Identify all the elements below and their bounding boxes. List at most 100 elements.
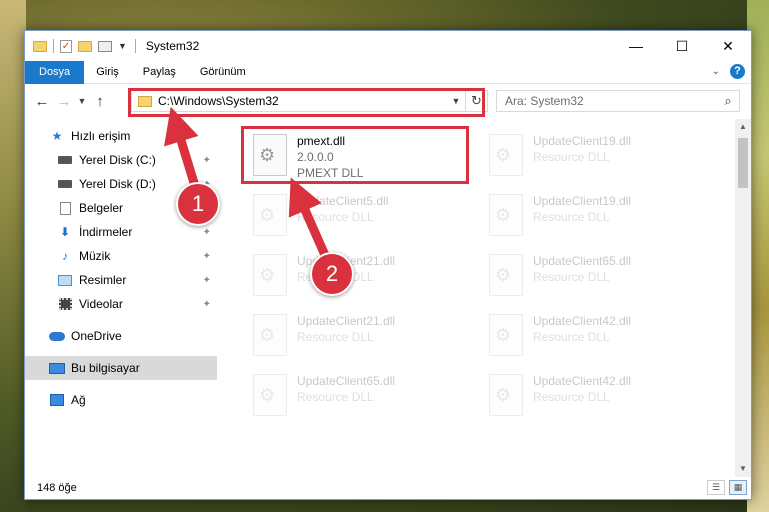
film-icon bbox=[57, 297, 73, 311]
nav-label: Yerel Disk (C:) bbox=[79, 153, 156, 167]
minimize-button[interactable]: — bbox=[613, 31, 659, 61]
search-input[interactable]: Ara: System32 bbox=[505, 94, 717, 108]
up-arrow-icon[interactable]: ↑ bbox=[89, 93, 111, 110]
recent-locations-chevron-icon[interactable]: ▼ bbox=[75, 96, 89, 106]
pin-icon[interactable]: ✦ bbox=[203, 299, 211, 310]
window-title: System32 bbox=[145, 39, 200, 53]
file-tile[interactable]: ⚙ UpdateClient5.dll Resource DLL bbox=[243, 189, 463, 241]
file-tile[interactable]: ⚙ UpdateClient19.dll Resource DLL bbox=[479, 189, 699, 241]
nav-label: İndirmeler bbox=[79, 225, 133, 239]
tab-home[interactable]: Giriş bbox=[84, 61, 131, 84]
step-2-badge: 2 bbox=[310, 252, 354, 296]
computer-icon bbox=[49, 361, 65, 375]
nav-onedrive[interactable]: OneDrive bbox=[25, 324, 217, 348]
new-folder-icon[interactable] bbox=[78, 40, 92, 52]
file-name: UpdateClient19.dll bbox=[533, 194, 632, 208]
drive-icon bbox=[57, 153, 73, 167]
download-arrow-icon: ⬇ bbox=[59, 225, 71, 239]
nav-music[interactable]: ♪ Müzik ✦ bbox=[25, 244, 217, 268]
scroll-down-icon[interactable]: ▼ bbox=[735, 461, 751, 477]
search-box[interactable]: Ara: System32 ⌕ bbox=[496, 90, 740, 112]
file-description: Resource DLL bbox=[533, 390, 610, 404]
file-tile[interactable]: ⚙ UpdateClient65.dll Resource DLL bbox=[243, 369, 463, 421]
view-properties-icon[interactable] bbox=[98, 40, 112, 52]
window-controls: — ☐ ✕ bbox=[613, 31, 751, 61]
scroll-up-icon[interactable]: ▲ bbox=[735, 119, 751, 135]
nav-pictures[interactable]: Resimler ✦ bbox=[25, 268, 217, 292]
status-bar: 148 öğe ☰ ▦ bbox=[25, 477, 751, 499]
file-description: Resource DLL bbox=[533, 150, 610, 164]
pin-icon[interactable]: ✦ bbox=[203, 251, 211, 262]
nav-this-pc[interactable]: Bu bilgisayar bbox=[25, 356, 217, 380]
dll-file-icon: ⚙ bbox=[489, 134, 523, 176]
gear-icon: ⚙ bbox=[495, 385, 512, 405]
maximize-button[interactable]: ☐ bbox=[659, 31, 705, 61]
dll-file-icon: ⚙ bbox=[253, 194, 287, 236]
gear-icon: ⚙ bbox=[259, 265, 276, 285]
details-view-icon[interactable]: ☰ bbox=[707, 480, 725, 495]
search-icon[interactable]: ⌕ bbox=[717, 93, 739, 109]
gear-icon: ⚙ bbox=[259, 325, 276, 345]
tab-share[interactable]: Paylaş bbox=[131, 61, 188, 84]
nav-label: Ağ bbox=[71, 393, 86, 407]
properties-check-icon[interactable]: ✓ bbox=[60, 39, 72, 53]
toolbar-separator bbox=[53, 39, 54, 53]
chevron-down-icon[interactable]: ▼ bbox=[118, 41, 127, 51]
dll-file-icon: ⚙ bbox=[489, 374, 523, 416]
file-description: Resource DLL bbox=[533, 210, 610, 224]
expand-ribbon-icon[interactable]: ⌄ bbox=[712, 66, 720, 77]
view-switcher: ☰ ▦ bbox=[707, 480, 747, 495]
gear-icon: ⚙ bbox=[495, 325, 512, 345]
gear-icon: ⚙ bbox=[495, 205, 512, 225]
file-name: UpdateClient65.dll bbox=[297, 374, 396, 388]
drive-icon bbox=[57, 177, 73, 191]
nav-network[interactable]: Ağ bbox=[25, 388, 217, 412]
nav-label: Resimler bbox=[79, 273, 127, 287]
nav-label: Hızlı erişim bbox=[71, 129, 131, 143]
file-name: UpdateClient21.dll bbox=[297, 314, 396, 328]
title-separator bbox=[134, 39, 136, 53]
pin-icon[interactable]: ✦ bbox=[203, 155, 211, 166]
file-tile[interactable]: ⚙ UpdateClient21.dll Resource DLL bbox=[243, 309, 463, 361]
file-tile[interactable]: ⚙ UpdateClient42.dll Resource DLL bbox=[479, 309, 699, 361]
ribbon-right: ⌄ ? bbox=[712, 64, 745, 79]
file-name: UpdateClient65.dll bbox=[533, 254, 632, 268]
close-button[interactable]: ✕ bbox=[705, 31, 751, 61]
quick-access-toolbar: ✓ ▼ bbox=[25, 39, 127, 53]
gear-icon: ⚙ bbox=[495, 145, 512, 165]
nav-label: Yerel Disk (D:) bbox=[79, 177, 156, 191]
scroll-thumb[interactable] bbox=[738, 138, 748, 188]
file-tile[interactable]: ⚙ UpdateClient65.dll Resource DLL bbox=[479, 249, 699, 301]
item-count: 148 öğe bbox=[37, 482, 77, 494]
pin-icon[interactable]: ✦ bbox=[203, 275, 211, 286]
nav-videos[interactable]: Videolar ✦ bbox=[25, 292, 217, 316]
dll-file-icon: ⚙ bbox=[489, 194, 523, 236]
step-1-badge: 1 bbox=[176, 182, 220, 226]
desktop-background-left bbox=[0, 0, 26, 512]
file-description: Resource DLL bbox=[297, 330, 374, 344]
ribbon-tabs: Dosya Giriş Paylaş Görünüm ⌄ ? bbox=[25, 60, 751, 84]
file-tile[interactable]: ⚙ UpdateClient19.dll Resource DLL bbox=[479, 129, 699, 181]
file-description: Resource DLL bbox=[297, 210, 374, 224]
help-icon[interactable]: ? bbox=[730, 64, 745, 79]
tab-file[interactable]: Dosya bbox=[25, 60, 85, 84]
file-tile[interactable]: ⚙ UpdateClient42.dll Resource DLL bbox=[479, 369, 699, 421]
back-arrow-icon[interactable]: ← bbox=[31, 93, 53, 110]
nav-quick-access[interactable]: ★ Hızlı erişim bbox=[25, 124, 217, 148]
vertical-scrollbar[interactable]: ▲ ▼ bbox=[735, 119, 751, 477]
nav-label: Belgeler bbox=[79, 201, 124, 215]
file-name: UpdateClient42.dll bbox=[533, 314, 632, 328]
dll-file-icon: ⚙ bbox=[253, 254, 287, 296]
dll-file-icon: ⚙ bbox=[489, 314, 523, 356]
address-highlight-box bbox=[128, 88, 485, 117]
tab-view[interactable]: Görünüm bbox=[188, 61, 258, 84]
pin-icon[interactable]: ✦ bbox=[203, 227, 211, 238]
nav-local-disk-c[interactable]: Yerel Disk (C:) ✦ bbox=[25, 148, 217, 172]
file-description: Resource DLL bbox=[533, 330, 610, 344]
file-description: Resource DLL bbox=[533, 270, 610, 284]
forward-arrow-icon[interactable]: → bbox=[53, 93, 75, 110]
title-bar: ✓ ▼ System32 — ☐ ✕ bbox=[25, 31, 751, 61]
nav-label: OneDrive bbox=[71, 329, 122, 343]
tiles-view-icon[interactable]: ▦ bbox=[729, 480, 747, 495]
network-icon bbox=[49, 393, 65, 407]
